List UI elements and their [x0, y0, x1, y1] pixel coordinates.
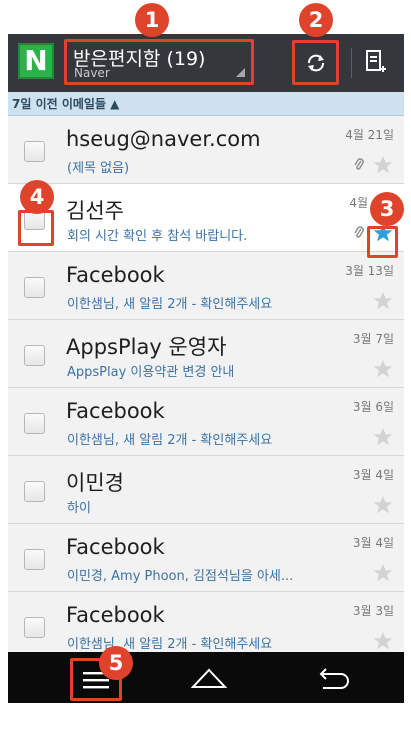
- email-sender: hseug@naver.com: [66, 127, 261, 151]
- compose-icon[interactable]: [365, 49, 387, 75]
- email-date: 4월 21일: [345, 128, 394, 142]
- email-list[interactable]: hseug@naver.com (제목 없음) 4월 21일 김선주 회의 시간…: [8, 116, 404, 652]
- email-date: 3월 4일: [352, 468, 394, 482]
- dropdown-corner-icon: [236, 68, 245, 77]
- email-sender: Facebook: [66, 399, 165, 423]
- email-row[interactable]: Facebook 이한샘님, 새 알림 2개 - 확인해주세요 3월 6일: [8, 388, 404, 456]
- checkbox-highlight: [18, 210, 54, 246]
- star-icon[interactable]: [373, 359, 393, 379]
- email-sender: AppsPlay 운영자: [66, 335, 227, 359]
- navigation-bar: [8, 652, 404, 703]
- email-subject: 하이: [67, 501, 91, 516]
- back-icon[interactable]: [315, 666, 351, 692]
- callout-badge-4: 4: [20, 180, 54, 214]
- email-date: 3월 13일: [345, 264, 394, 278]
- star-icon[interactable]: [373, 155, 393, 175]
- select-checkbox[interactable]: [24, 277, 45, 298]
- email-sender: Facebook: [66, 263, 165, 287]
- email-date: 4월: [349, 196, 368, 210]
- email-subject: 이한샘님, 새 알림 2개 - 확인해주세요: [67, 297, 273, 312]
- callout-badge-1: 1: [135, 3, 169, 37]
- email-row[interactable]: Facebook 이한샘님, 새 알림 2개 - 확인해주세요 3월 3일: [8, 592, 404, 652]
- callout-badge-5: 5: [99, 646, 133, 680]
- select-checkbox[interactable]: [24, 617, 45, 638]
- email-subject: AppsPlay 이용약관 변경 안내: [67, 365, 235, 380]
- mailbox-account: Naver: [74, 66, 110, 80]
- email-row[interactable]: hseug@naver.com (제목 없음) 4월 21일: [8, 116, 404, 184]
- email-row[interactable]: 김선주 회의 시간 확인 후 참석 바랍니다. 4월: [8, 184, 404, 252]
- email-subject: 이한샘님, 새 알림 2개 - 확인해주세요: [67, 433, 273, 448]
- select-checkbox[interactable]: [24, 413, 45, 434]
- star-highlight: [367, 226, 398, 258]
- paperclip-icon: [354, 158, 364, 170]
- star-icon[interactable]: [373, 563, 393, 583]
- section-header[interactable]: 7일 이전 이메일들 ▲: [8, 92, 404, 116]
- email-sender: Facebook: [66, 535, 165, 559]
- star-icon[interactable]: [373, 427, 393, 447]
- select-checkbox[interactable]: [24, 141, 45, 162]
- email-sender: Facebook: [66, 603, 165, 627]
- email-date: 3월 7일: [352, 332, 394, 346]
- email-date: 3월 3일: [352, 604, 394, 618]
- home-icon[interactable]: [191, 668, 227, 690]
- email-subject: 이민경, Amy Phoon, 김점석님을 아세...: [67, 569, 294, 584]
- star-icon[interactable]: [373, 495, 393, 515]
- select-checkbox[interactable]: [24, 481, 45, 502]
- email-date: 3월 6일: [352, 400, 394, 414]
- refresh-button[interactable]: [292, 40, 339, 85]
- email-subject: (제목 없음): [67, 161, 130, 176]
- action-divider: [351, 48, 352, 78]
- star-icon[interactable]: [373, 291, 393, 311]
- select-checkbox[interactable]: [24, 549, 45, 570]
- refresh-icon: [308, 54, 324, 72]
- callout-badge-2: 2: [299, 3, 333, 37]
- action-bar: N 받은편지함 (19) Naver: [8, 34, 404, 92]
- callout-badge-3: 3: [370, 192, 404, 226]
- email-row[interactable]: 이민경 하이 3월 4일: [8, 456, 404, 524]
- email-row[interactable]: AppsPlay 운영자 AppsPlay 이용약관 변경 안내 3월 7일: [8, 320, 404, 388]
- email-row[interactable]: Facebook 이한샘님, 새 알림 2개 - 확인해주세요 3월 13일: [8, 252, 404, 320]
- paperclip-icon: [354, 226, 364, 238]
- email-date: 3월 4일: [352, 536, 394, 550]
- email-sender: 김선주: [66, 199, 124, 223]
- star-icon[interactable]: [373, 631, 393, 651]
- email-subject: 이한샘님, 새 알림 2개 - 확인해주세요: [67, 637, 273, 652]
- email-sender: 이민경: [66, 471, 124, 495]
- naver-logo: N: [18, 43, 54, 79]
- bottom-margin: [0, 703, 411, 729]
- mailbox-selector[interactable]: 받은편지함 (19) Naver: [64, 39, 254, 85]
- email-row[interactable]: Facebook 이민경, Amy Phoon, 김점석님을 아세... 3월 …: [8, 524, 404, 592]
- email-subject: 회의 시간 확인 후 참석 바랍니다.: [67, 229, 248, 244]
- select-checkbox[interactable]: [24, 345, 45, 366]
- status-bar: [0, 0, 411, 34]
